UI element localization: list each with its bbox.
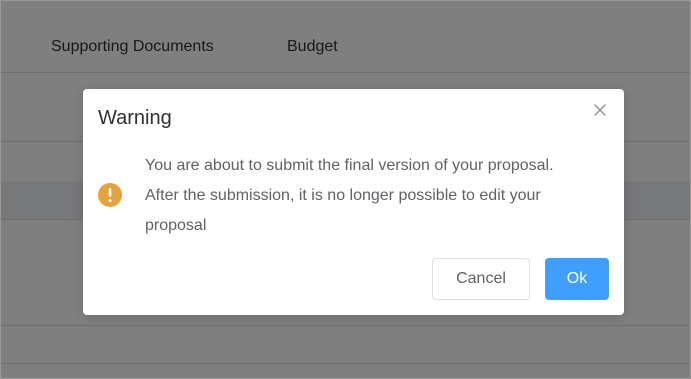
close-icon[interactable]	[590, 100, 610, 120]
message-line: You are about to submit the final versio…	[145, 157, 554, 174]
ok-button[interactable]: Ok	[545, 258, 609, 300]
dialog-message: You are about to submit the final versio…	[145, 151, 615, 241]
cancel-button[interactable]: Cancel	[432, 258, 530, 300]
message-line: After the submission, it is no longer po…	[145, 187, 541, 204]
message-line: proposal	[145, 217, 207, 234]
warning-icon	[98, 183, 122, 207]
page: Supporting Documents Budget Warning You …	[0, 0, 691, 379]
warning-dialog: Warning You are about to submit the fina…	[83, 89, 624, 315]
dialog-title: Warning	[98, 107, 172, 129]
